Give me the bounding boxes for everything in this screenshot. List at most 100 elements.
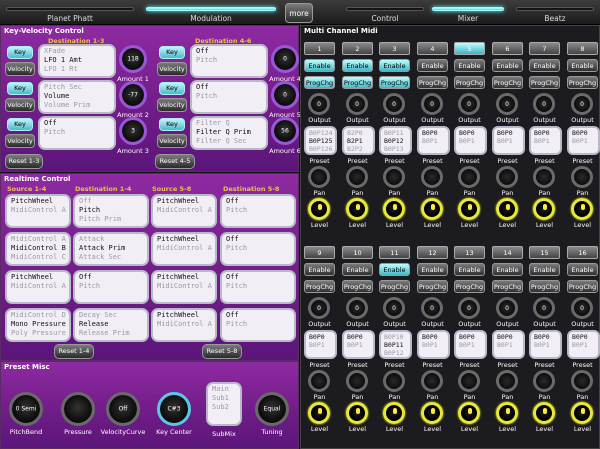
- level-knob[interactable]: [571, 402, 593, 424]
- amount-knob[interactable]: 56: [271, 117, 299, 145]
- key-button[interactable]: Key: [7, 118, 33, 131]
- enable-button[interactable]: Enable: [379, 59, 410, 72]
- channel-3-button[interactable]: 3: [379, 42, 410, 55]
- destination-selector[interactable]: XFade LFO 1 Amt LFO 1 Rt: [38, 44, 116, 78]
- output-knob[interactable]: 0: [421, 297, 443, 319]
- progchg-button[interactable]: ProgChg: [417, 280, 448, 293]
- key-center-knob[interactable]: C#3: [157, 392, 191, 426]
- channel-12-button[interactable]: 12: [417, 246, 448, 259]
- velocity-button[interactable]: Velocity: [157, 62, 187, 76]
- output-knob[interactable]: 0: [571, 93, 593, 115]
- progchg-button[interactable]: ProgChg: [529, 76, 560, 89]
- source-selector[interactable]: MidiControl A MidiControl B MidiControl C: [5, 232, 71, 266]
- tab-beatz[interactable]: Beatz: [510, 0, 600, 25]
- channel-5-button[interactable]: 5: [454, 42, 485, 55]
- destination-selector[interactable]: Attack Attack Prim Attack Sec: [73, 232, 149, 266]
- progchg-button[interactable]: ProgChg: [342, 76, 373, 89]
- tab-modulation[interactable]: Modulation: [140, 0, 282, 25]
- channel-11-button[interactable]: 11: [379, 246, 410, 259]
- pan-knob[interactable]: [383, 370, 405, 392]
- amount-knob[interactable]: 118: [119, 45, 147, 73]
- channel-8-button[interactable]: 8: [567, 42, 598, 55]
- pan-knob[interactable]: [421, 166, 443, 188]
- pan-knob[interactable]: [533, 370, 555, 392]
- destination-selector[interactable]: Off Pitch: [220, 270, 296, 304]
- tab-mixer[interactable]: Mixer: [426, 0, 510, 25]
- channel-9-button[interactable]: 9: [304, 246, 335, 259]
- pan-knob[interactable]: [308, 166, 330, 188]
- progchg-button[interactable]: ProgChg: [454, 76, 485, 89]
- enable-button[interactable]: Enable: [417, 263, 448, 276]
- pan-knob[interactable]: [308, 370, 330, 392]
- level-knob[interactable]: [383, 402, 405, 424]
- level-knob[interactable]: [533, 402, 555, 424]
- progchg-button[interactable]: ProgChg: [379, 76, 410, 89]
- progchg-button[interactable]: ProgChg: [304, 280, 335, 293]
- velocity-button[interactable]: Velocity: [5, 62, 35, 76]
- pan-knob[interactable]: [571, 370, 593, 392]
- key-button[interactable]: Key: [7, 46, 33, 59]
- progchg-button[interactable]: ProgChg: [304, 76, 335, 89]
- channel-15-button[interactable]: 15: [529, 246, 560, 259]
- pan-knob[interactable]: [346, 370, 368, 392]
- destination-selector[interactable]: Off Pitch: [220, 232, 296, 266]
- velocity-curve-knob[interactable]: Off: [106, 392, 140, 426]
- key-button[interactable]: Key: [159, 46, 185, 59]
- reset-1-3-button[interactable]: Reset 1-3: [5, 154, 43, 169]
- velocity-button[interactable]: Velocity: [5, 98, 35, 112]
- preset-selector[interactable]: B0P0 B0P1: [492, 330, 525, 359]
- source-selector[interactable]: PitchWheel MidiControl A: [151, 308, 217, 342]
- source-selector[interactable]: PitchWheel MidiControl A: [5, 270, 71, 304]
- channel-2-button[interactable]: 2: [342, 42, 373, 55]
- level-knob[interactable]: [496, 198, 518, 220]
- pan-knob[interactable]: [458, 166, 480, 188]
- amount-knob[interactable]: 3: [119, 117, 147, 145]
- source-selector[interactable]: MidiControl D Mono Pressure Poly Pressure: [5, 308, 71, 342]
- preset-selector[interactable]: B0P0 B0P1: [454, 126, 487, 155]
- enable-button[interactable]: Enable: [567, 263, 598, 276]
- progchg-button[interactable]: ProgChg: [529, 280, 560, 293]
- destination-selector[interactable]: Off Pitch Pitch Prim: [73, 194, 149, 228]
- destination-selector[interactable]: Off Pitch: [38, 116, 116, 150]
- output-knob[interactable]: 0: [383, 297, 405, 319]
- progchg-button[interactable]: ProgChg: [492, 280, 523, 293]
- output-knob[interactable]: 0: [458, 93, 480, 115]
- enable-button[interactable]: Enable: [492, 263, 523, 276]
- channel-10-button[interactable]: 10: [342, 246, 373, 259]
- enable-button[interactable]: Enable: [492, 59, 523, 72]
- level-knob[interactable]: [571, 198, 593, 220]
- output-knob[interactable]: 0: [533, 297, 555, 319]
- enable-button[interactable]: Enable: [342, 263, 373, 276]
- level-knob[interactable]: [496, 402, 518, 424]
- destination-selector[interactable]: Filter Q Filter Q Prim Filter Q Sec: [190, 116, 268, 150]
- level-knob[interactable]: [308, 402, 330, 424]
- output-knob[interactable]: 0: [533, 93, 555, 115]
- pan-knob[interactable]: [571, 166, 593, 188]
- progchg-button[interactable]: ProgChg: [454, 280, 485, 293]
- progchg-button[interactable]: ProgChg: [567, 280, 598, 293]
- enable-button[interactable]: Enable: [454, 263, 485, 276]
- velocity-button[interactable]: Velocity: [5, 134, 35, 148]
- preset-selector[interactable]: B0P0 B0P1: [492, 126, 525, 155]
- pan-knob[interactable]: [421, 370, 443, 392]
- pan-knob[interactable]: [383, 166, 405, 188]
- preset-selector[interactable]: B0P0 B0P1: [342, 330, 375, 359]
- preset-selector[interactable]: B0P0 B0P1: [454, 330, 487, 359]
- preset-selector[interactable]: B0P11 B0P12 B0P13: [379, 126, 412, 155]
- pan-knob[interactable]: [533, 166, 555, 188]
- preset-selector[interactable]: B0P0 B0P1: [567, 330, 600, 359]
- level-knob[interactable]: [458, 402, 480, 424]
- preset-selector[interactable]: B0P124 B0P125 B0P126: [304, 126, 337, 155]
- destination-selector[interactable]: Off Pitch: [190, 44, 268, 78]
- preset-selector[interactable]: B0P0 B0P1: [529, 330, 562, 359]
- pressure-knob[interactable]: [61, 392, 95, 426]
- channel-4-button[interactable]: 4: [417, 42, 448, 55]
- enable-button[interactable]: Enable: [342, 59, 373, 72]
- destination-selector[interactable]: Pitch Sec Volume Volume Prim: [38, 80, 116, 114]
- destination-selector[interactable]: Decay Sec Release Release Prim: [73, 308, 149, 342]
- preset-selector[interactable]: B2P0 B2P1 B2P2: [342, 126, 375, 155]
- output-knob[interactable]: 0: [458, 297, 480, 319]
- pan-knob[interactable]: [496, 370, 518, 392]
- enable-button[interactable]: Enable: [304, 263, 335, 276]
- pan-knob[interactable]: [458, 370, 480, 392]
